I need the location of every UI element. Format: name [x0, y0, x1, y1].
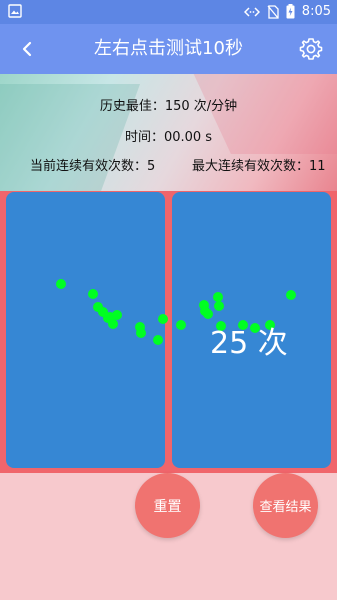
reset-button[interactable]: 重置	[135, 473, 200, 538]
best-record: 历史最佳：150 次/分钟	[99, 99, 238, 114]
page-title: 左右点击测试10秒	[94, 38, 243, 59]
view-results-button[interactable]: 查看结果	[253, 473, 318, 538]
status-time: 8:05	[301, 4, 331, 19]
battery-charging-icon	[286, 4, 295, 19]
tap-count: 25 次	[210, 326, 288, 361]
gear-icon[interactable]	[298, 36, 324, 62]
no-sim-icon	[267, 4, 279, 19]
left-tap-pad[interactable]	[6, 192, 165, 468]
status-bar: 8:05	[0, 0, 337, 24]
image-icon	[8, 4, 22, 18]
max-streak: 最大连续有效次数：11	[192, 159, 326, 174]
elapsed-time: 时间：00.00 s	[124, 130, 213, 145]
stats-panel: 历史最佳：150 次/分钟 时间：00.00 s 当前连续有效次数：5 最大连续…	[0, 74, 337, 191]
app-bar: 左右点击测试10秒	[0, 24, 337, 74]
current-streak: 当前连续有效次数：5	[30, 159, 156, 174]
code-brackets-icon	[243, 6, 260, 18]
